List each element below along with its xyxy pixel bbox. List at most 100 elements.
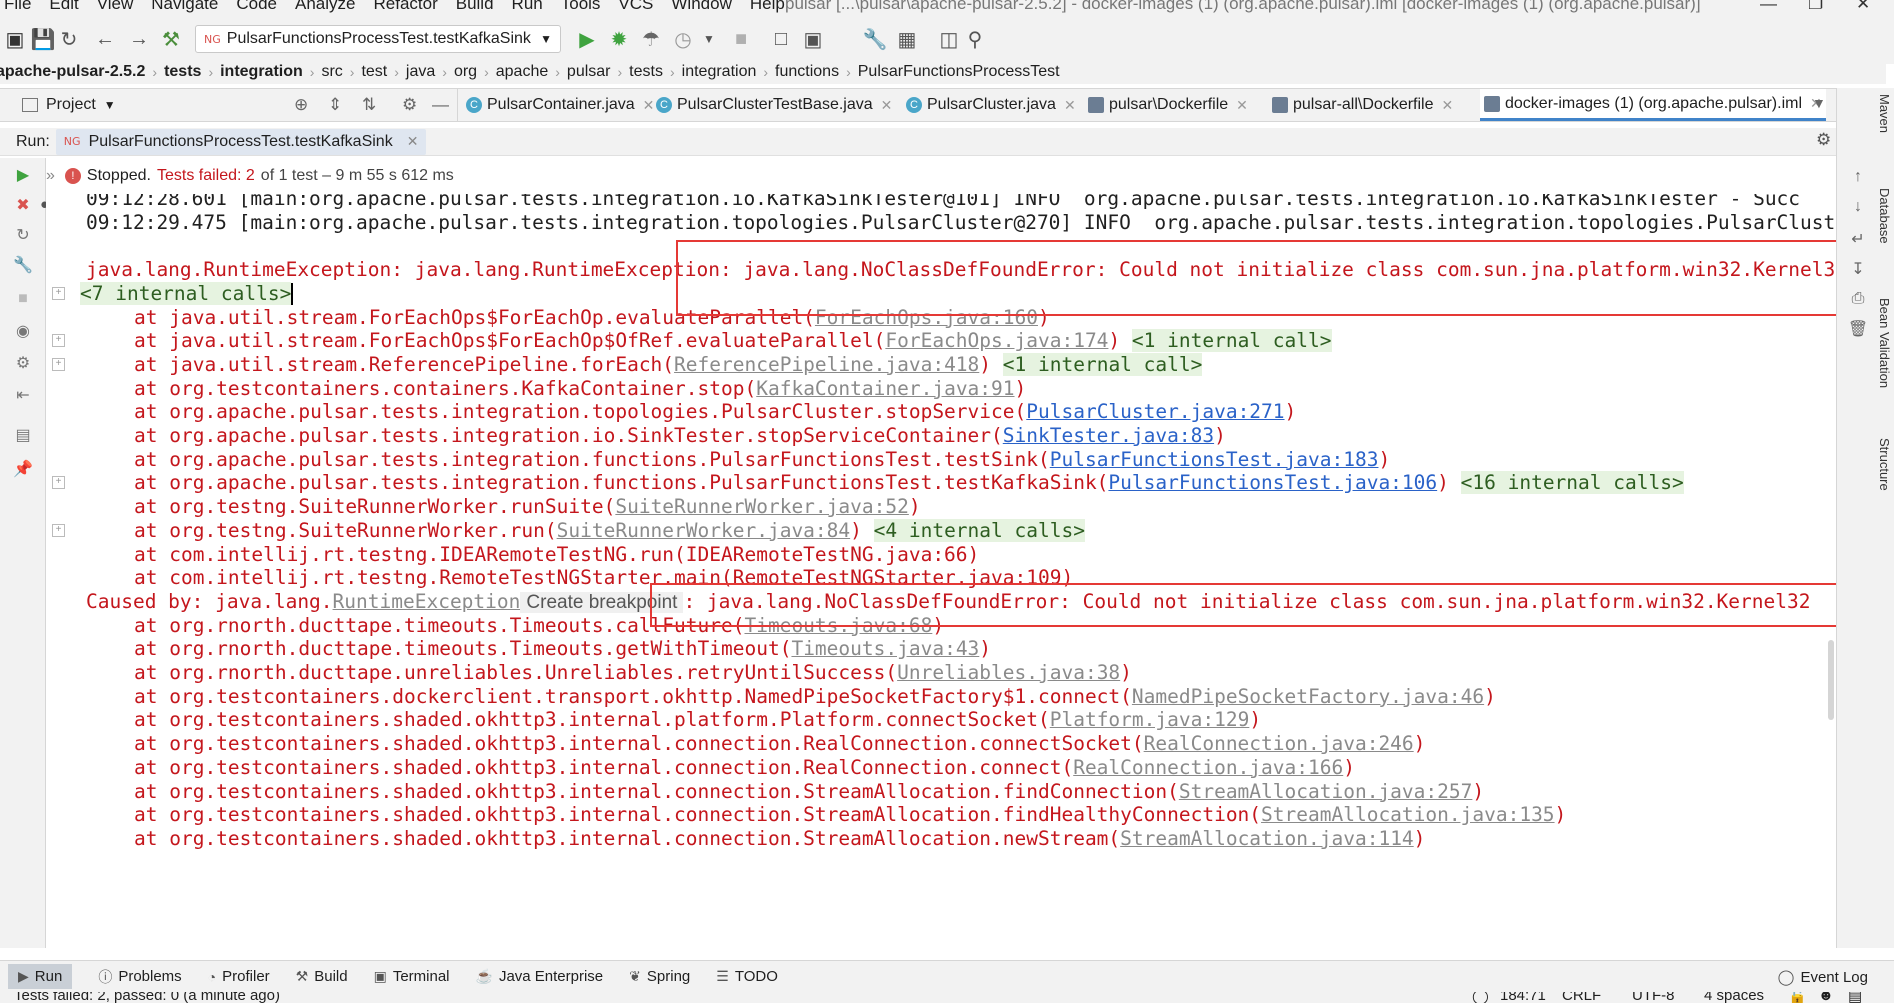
project-pane-label[interactable]: Project (46, 96, 96, 114)
expand-fold-icon[interactable]: + (52, 357, 65, 371)
breadcrumb-item[interactable]: apache-pulsar-2.5.2 (0, 63, 149, 81)
rerun-icon[interactable]: ▶ (12, 164, 34, 186)
save-all-icon[interactable]: 💾 (30, 26, 56, 52)
source-link[interactable]: NamedPipeSocketFactory.java:46 (1132, 685, 1484, 708)
breadcrumb-item[interactable]: integration (678, 63, 761, 81)
editor-tab[interactable]: docker-images (1) (org.apache.pulsar).im… (1480, 89, 1826, 121)
bean-validation-tool-window[interactable]: Bean Validation (1877, 298, 1892, 388)
run-tab[interactable]: NG PulsarFunctionsProcessTest.testKafkaS… (55, 128, 427, 155)
breadcrumb-item[interactable]: functions (771, 63, 843, 81)
chevron-down-icon[interactable]: ▼ (696, 26, 722, 52)
attach-debugger-icon[interactable]: □ (768, 26, 794, 52)
toggle-auto-test-icon[interactable]: ↻ (12, 224, 34, 246)
expand-icon[interactable]: » (46, 167, 55, 185)
breadcrumb-item[interactable]: tests (625, 63, 667, 81)
source-link[interactable]: ForEachOps.java:174 (885, 329, 1108, 352)
menu-run[interactable]: Run (512, 0, 543, 14)
source-link[interactable]: Platform.java:129 (1050, 708, 1250, 731)
stop-icon[interactable]: ■ (728, 26, 754, 52)
soft-wrap-icon[interactable]: ↵ (1847, 228, 1869, 250)
print-icon[interactable]: ⎙ (1847, 288, 1869, 310)
trash-icon[interactable]: 🗑 (1847, 318, 1869, 340)
wrench-icon[interactable]: 🔧 (12, 254, 34, 276)
source-link[interactable]: ReferencePipeline.java:418 (674, 353, 979, 376)
indent-setting[interactable]: 4 spaces (1704, 992, 1764, 1003)
source-link[interactable]: StreamAllocation.java:257 (1179, 780, 1473, 803)
close-icon[interactable]: ✕ (881, 97, 893, 114)
debug-icon[interactable]: ✹ (606, 26, 632, 52)
breadcrumb-item[interactable]: apache (492, 63, 553, 81)
menu-edit[interactable]: Edit (49, 0, 78, 14)
collapse-all-icon[interactable]: ⇅ (362, 95, 376, 115)
minimize-icon[interactable]: — (1760, 0, 1777, 14)
tool-window-todo[interactable]: ☰ TODO (716, 968, 778, 985)
rerun-failed-icon[interactable]: ✖ (12, 194, 34, 216)
inspector-icon[interactable]: ☻ (1818, 992, 1834, 1003)
tool-window-profiler[interactable]: ◔ Profiler (208, 968, 270, 985)
close-icon[interactable]: ✕ (1856, 0, 1870, 14)
camera-icon[interactable]: ◉ (12, 320, 34, 342)
expand-all-icon[interactable]: ⇕ (328, 95, 342, 115)
status-message[interactable]: Tests failed: 2, passed: 0 (a minute ago… (14, 992, 280, 1003)
tool-window-java-enterprise[interactable]: ☕ Java Enterprise (476, 968, 604, 985)
internal-calls-fold[interactable]: <16 internal calls> (1460, 471, 1684, 495)
wrench-icon[interactable]: 🔧 (862, 26, 888, 52)
lock-icon[interactable]: 🔓 (1788, 992, 1807, 1003)
gear-icon[interactable]: ⚙ (1816, 130, 1831, 150)
structure-tool-window[interactable]: Structure (1877, 438, 1892, 491)
menu-analyze[interactable]: Analyze (295, 0, 355, 14)
back-icon[interactable]: ← (92, 26, 118, 52)
breadcrumb-item[interactable]: org (450, 63, 481, 81)
presentation-icon[interactable]: ◫ (936, 26, 962, 52)
pin-icon[interactable]: 📌 (12, 458, 34, 480)
internal-calls-fold[interactable]: <1 internal call> (1002, 352, 1203, 376)
source-link[interactable]: Timeouts.java:43 (791, 637, 979, 660)
menu-tools[interactable]: Tools (561, 0, 601, 14)
database-tool-window[interactable]: Database (1877, 188, 1892, 244)
sync-icon[interactable]: ↻ (56, 26, 82, 52)
source-link[interactable]: PulsarCluster.java:271 (1026, 400, 1284, 423)
settings-cog-icon[interactable]: ⚙ (12, 352, 34, 374)
chevron-down-icon[interactable]: ▼ (104, 98, 116, 112)
minimize-pane-icon[interactable]: — (432, 95, 449, 115)
source-link[interactable]: PulsarFunctionsTest.java:106 (1108, 471, 1437, 494)
menu-view[interactable]: View (97, 0, 134, 14)
scroll-to-end-icon[interactable]: ↧ (1847, 258, 1869, 280)
source-link[interactable]: StreamAllocation.java:114 (1120, 827, 1414, 850)
run-configuration-select[interactable]: NG PulsarFunctionsProcessTest.testKafkaS… (195, 25, 561, 53)
menu-help[interactable]: Help (750, 0, 785, 14)
chevron-down-icon[interactable]: ▼ (1812, 95, 1826, 111)
source-link[interactable]: KafkaContainer.java:91 (756, 377, 1014, 400)
source-link[interactable]: Timeouts.java:68 (744, 614, 932, 637)
menu-code[interactable]: Code (236, 0, 277, 14)
menu-refactor[interactable]: Refactor (373, 0, 437, 14)
event-log-button[interactable]: ◯ Event Log (1778, 968, 1868, 987)
menu-window[interactable]: Window (671, 0, 731, 14)
layout-icon[interactable]: ▤ (12, 424, 34, 446)
file-encoding[interactable]: UTF-8 (1632, 992, 1675, 1003)
breadcrumb-item[interactable]: java (402, 63, 439, 81)
project-structure-icon[interactable]: ▣ (2, 26, 28, 52)
editor-tab[interactable]: C PulsarCluster.java ✕ (902, 89, 1080, 121)
source-link[interactable]: Unreliables.java:38 (897, 661, 1120, 684)
down-arrow-icon[interactable]: ↓ (1847, 196, 1869, 218)
stop-icon[interactable]: ■ (12, 288, 34, 310)
menu-file[interactable]: File (4, 0, 31, 14)
editor-tab[interactable]: C PulsarContainer.java ✕ (462, 89, 658, 121)
menu-vcs[interactable]: VCS (618, 0, 653, 14)
breadcrumb-item[interactable]: test (357, 63, 391, 81)
memory-icon[interactable]: ▤ (1848, 992, 1862, 1003)
source-link[interactable]: StreamAllocation.java:135 (1261, 803, 1555, 826)
gear-icon[interactable]: ⚙ (402, 95, 417, 115)
menu-navigate[interactable]: Navigate (151, 0, 218, 14)
close-icon[interactable]: ✕ (1064, 97, 1076, 114)
close-icon[interactable]: ✕ (1442, 97, 1454, 114)
forward-icon[interactable]: → (126, 26, 152, 52)
menu-build[interactable]: Build (456, 0, 494, 14)
source-link[interactable]: SinkTester.java:83 (1003, 424, 1214, 447)
internal-calls-fold[interactable]: <1 internal call> (1131, 329, 1332, 353)
tool-window-spring[interactable]: ❦ Spring (629, 968, 690, 985)
close-icon[interactable]: ✕ (407, 133, 419, 150)
coverage-icon[interactable]: ☂ (638, 26, 664, 52)
source-link[interactable]: PulsarFunctionsTest.java:183 (1050, 448, 1379, 471)
